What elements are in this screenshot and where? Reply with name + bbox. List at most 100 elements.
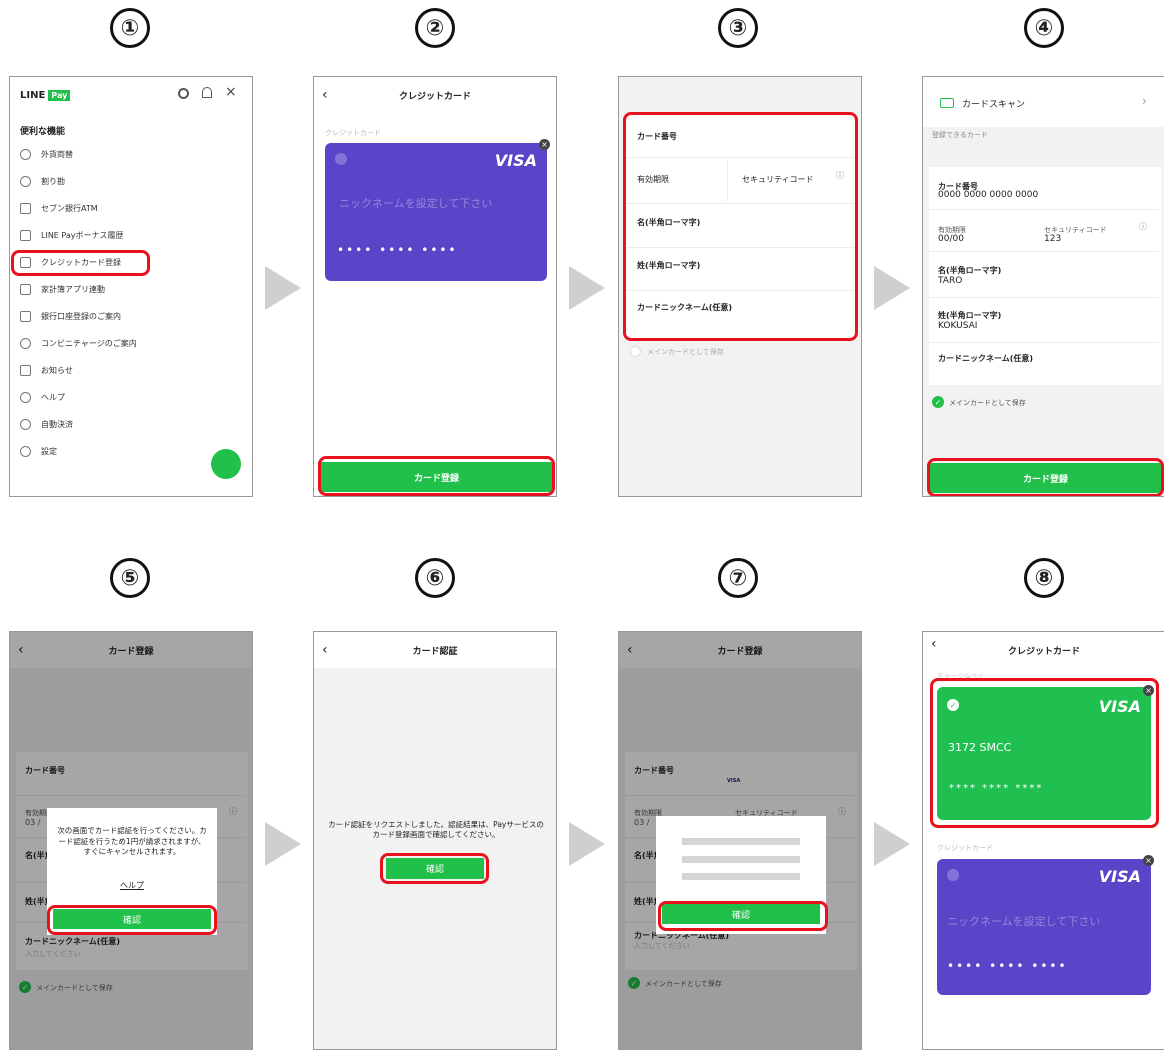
card-nickname-placeholder: ニックネームを設定して下さい bbox=[339, 197, 493, 210]
page-title: カード認証 bbox=[412, 646, 458, 657]
header: カード認証 bbox=[314, 632, 556, 668]
check-icon[interactable]: ✓ bbox=[932, 396, 944, 408]
menu-item-help[interactable]: ヘルプ bbox=[20, 392, 65, 403]
chevron-right-icon[interactable]: › bbox=[1142, 94, 1147, 108]
step-4-badge: ④ bbox=[1024, 8, 1064, 48]
menu-label: お知らせ bbox=[41, 366, 73, 375]
header: クレジットカード bbox=[923, 632, 1164, 668]
menu-item-currency-exchange[interactable]: 外貨両替 bbox=[20, 149, 73, 160]
card-check-icon bbox=[335, 153, 347, 165]
page-title: クレジットカード bbox=[398, 91, 471, 102]
next-arrow-icon bbox=[874, 822, 910, 866]
auto-pay-icon bbox=[20, 419, 31, 430]
section-label: クレジットカード bbox=[325, 129, 381, 137]
card-check-icon bbox=[947, 869, 959, 881]
screen-card-form-empty: カード番号 有効期限 セキュリティコード ⓘ 名(半角ローマ字) 姓(半角ローマ… bbox=[618, 76, 862, 497]
auth-message: カード認証をリクエストしました。認証結果は、Payサービスのカード登録画面で確認… bbox=[328, 820, 544, 840]
next-arrow-icon bbox=[874, 266, 910, 310]
back-arrow-icon[interactable]: ‹ bbox=[322, 642, 328, 658]
menu-item-notices[interactable]: お知らせ bbox=[20, 365, 73, 376]
highlight-confirm bbox=[658, 901, 828, 931]
step-6-badge: ⑥ bbox=[415, 558, 455, 598]
gear-icon[interactable] bbox=[178, 88, 189, 99]
menu-item-settings[interactable]: 設定 bbox=[20, 446, 57, 457]
next-arrow-icon bbox=[265, 266, 301, 310]
remove-card-icon[interactable]: × bbox=[1143, 855, 1154, 866]
card-number-dots: •••• •••• •••• bbox=[337, 243, 458, 257]
security-value[interactable]: 123 bbox=[1044, 234, 1061, 244]
menu-item-budget-app[interactable]: 家計簿アプリ連動 bbox=[20, 284, 105, 295]
settings-icon bbox=[20, 446, 31, 457]
highlight-credit-card-item bbox=[11, 250, 150, 276]
remove-card-icon[interactable]: × bbox=[539, 139, 550, 150]
help-link[interactable]: ヘルプ bbox=[47, 880, 217, 891]
card-preview[interactable]: VISA ニックネームを設定して下さい •••• •••• •••• bbox=[325, 143, 547, 281]
book-icon bbox=[20, 284, 31, 295]
atm-icon bbox=[20, 203, 31, 214]
screen-credit-card-registered: クレジットカード ‹ チャージ&ペイ ✓ VISA 3172 SMCC ****… bbox=[922, 631, 1164, 1050]
next-arrow-icon bbox=[569, 266, 605, 310]
menu-label: 自動決済 bbox=[41, 420, 73, 429]
card-number-value[interactable]: 0000 0000 0000 0000 bbox=[938, 190, 1038, 200]
menu-label: 設定 bbox=[41, 447, 57, 456]
next-arrow-icon bbox=[265, 822, 301, 866]
step-7-badge: ⑦ bbox=[718, 558, 758, 598]
main-card-label: メインカードとして保存 bbox=[647, 348, 724, 356]
menu-item-bank-account[interactable]: 銀行口座登録のご案内 bbox=[20, 311, 121, 322]
menu-item-split-bill[interactable]: 割り勘 bbox=[20, 176, 65, 187]
first-name-label: 名(半角ローマ字) bbox=[938, 266, 1002, 275]
floating-action-button[interactable] bbox=[211, 449, 241, 479]
expiry-value[interactable]: 00/00 bbox=[938, 234, 964, 244]
screen-card-register-processing: カード登録 ‹ カード番号 VISA 有効期限 03 / セキュリティコード ⓘ… bbox=[618, 631, 862, 1050]
credit-section-label: クレジットカード bbox=[937, 844, 993, 852]
highlight-form bbox=[623, 112, 858, 341]
back-arrow-icon[interactable]: ‹ bbox=[322, 87, 328, 103]
screen-card-auth: カード認証 ‹ カード認証をリクエストしました。認証結果は、Payサービスのカー… bbox=[313, 631, 557, 1050]
menu-label: 家計簿アプリ連動 bbox=[41, 285, 105, 294]
last-name-value[interactable]: KOKUSAI bbox=[938, 321, 977, 331]
line-logo: LINE bbox=[20, 90, 46, 101]
highlight-confirm bbox=[380, 853, 489, 884]
highlight-confirm bbox=[47, 905, 217, 935]
registerable-cards-link[interactable]: 登録できるカード bbox=[932, 130, 988, 140]
placeholder-line bbox=[682, 856, 800, 863]
info-icon[interactable]: ⓘ bbox=[1139, 221, 1147, 232]
step-8-badge: ⑧ bbox=[1024, 558, 1064, 598]
receipt-icon bbox=[20, 230, 31, 241]
close-icon[interactable]: × bbox=[225, 84, 237, 100]
menu-label: LINE Payボーナス履歴 bbox=[41, 231, 124, 240]
card-scan-label[interactable]: カードスキャン bbox=[962, 97, 1025, 110]
bank-icon bbox=[20, 311, 31, 322]
screen-credit-card-empty: クレジットカード ‹ クレジットカード VISA ニックネームを設定して下さい … bbox=[313, 76, 557, 497]
highlight-register-button bbox=[927, 458, 1164, 496]
dialog-message: 次の画面でカード認証を行ってください。カード認証を行うため1円が請求されますが、… bbox=[57, 826, 207, 856]
back-arrow-icon[interactable]: ‹ bbox=[931, 636, 937, 652]
main-card-radio[interactable] bbox=[630, 346, 641, 357]
step-5-badge: ⑤ bbox=[110, 558, 150, 598]
nickname-label: カードニックネーム(任意) bbox=[938, 354, 1034, 363]
menu-label: 外貨両替 bbox=[41, 150, 73, 159]
menu-item-bonus-history[interactable]: LINE Payボーナス履歴 bbox=[20, 230, 124, 241]
visa-logo: VISA bbox=[1098, 867, 1141, 886]
megaphone-icon bbox=[20, 365, 31, 376]
store-icon bbox=[20, 338, 31, 349]
card-scan-icon bbox=[940, 98, 954, 108]
page-title: クレジットカード bbox=[1007, 646, 1080, 657]
header: クレジットカード bbox=[314, 77, 556, 113]
menu-item-seven-atm[interactable]: セブン銀行ATM bbox=[20, 203, 98, 214]
section-title: 便利な機能 bbox=[20, 127, 66, 137]
next-arrow-icon bbox=[569, 822, 605, 866]
card-preview[interactable]: VISA ニックネームを設定して下さい •••• •••• •••• bbox=[937, 859, 1151, 995]
menu-label: コンビニチャージのご案内 bbox=[41, 339, 137, 348]
first-name-value[interactable]: TARO bbox=[938, 276, 962, 286]
placeholder-line bbox=[682, 838, 800, 845]
main-card-label: メインカードとして保存 bbox=[949, 399, 1026, 407]
screen-card-register-dialog: カード登録 ‹ カード番号 有効期限 03 / ⓘ 名(半角 姓(半角 カードニ… bbox=[9, 631, 253, 1050]
bell-icon[interactable] bbox=[202, 87, 212, 98]
menu-item-convenience-charge[interactable]: コンビニチャージのご案内 bbox=[20, 338, 137, 349]
menu-label: 銀行口座登録のご案内 bbox=[41, 312, 121, 321]
menu-item-auto-payment[interactable]: 自動決済 bbox=[20, 419, 73, 430]
visa-logo: VISA bbox=[494, 151, 537, 170]
pay-logo: Pay bbox=[48, 90, 71, 101]
card-number-dots: •••• •••• •••• bbox=[947, 959, 1068, 973]
